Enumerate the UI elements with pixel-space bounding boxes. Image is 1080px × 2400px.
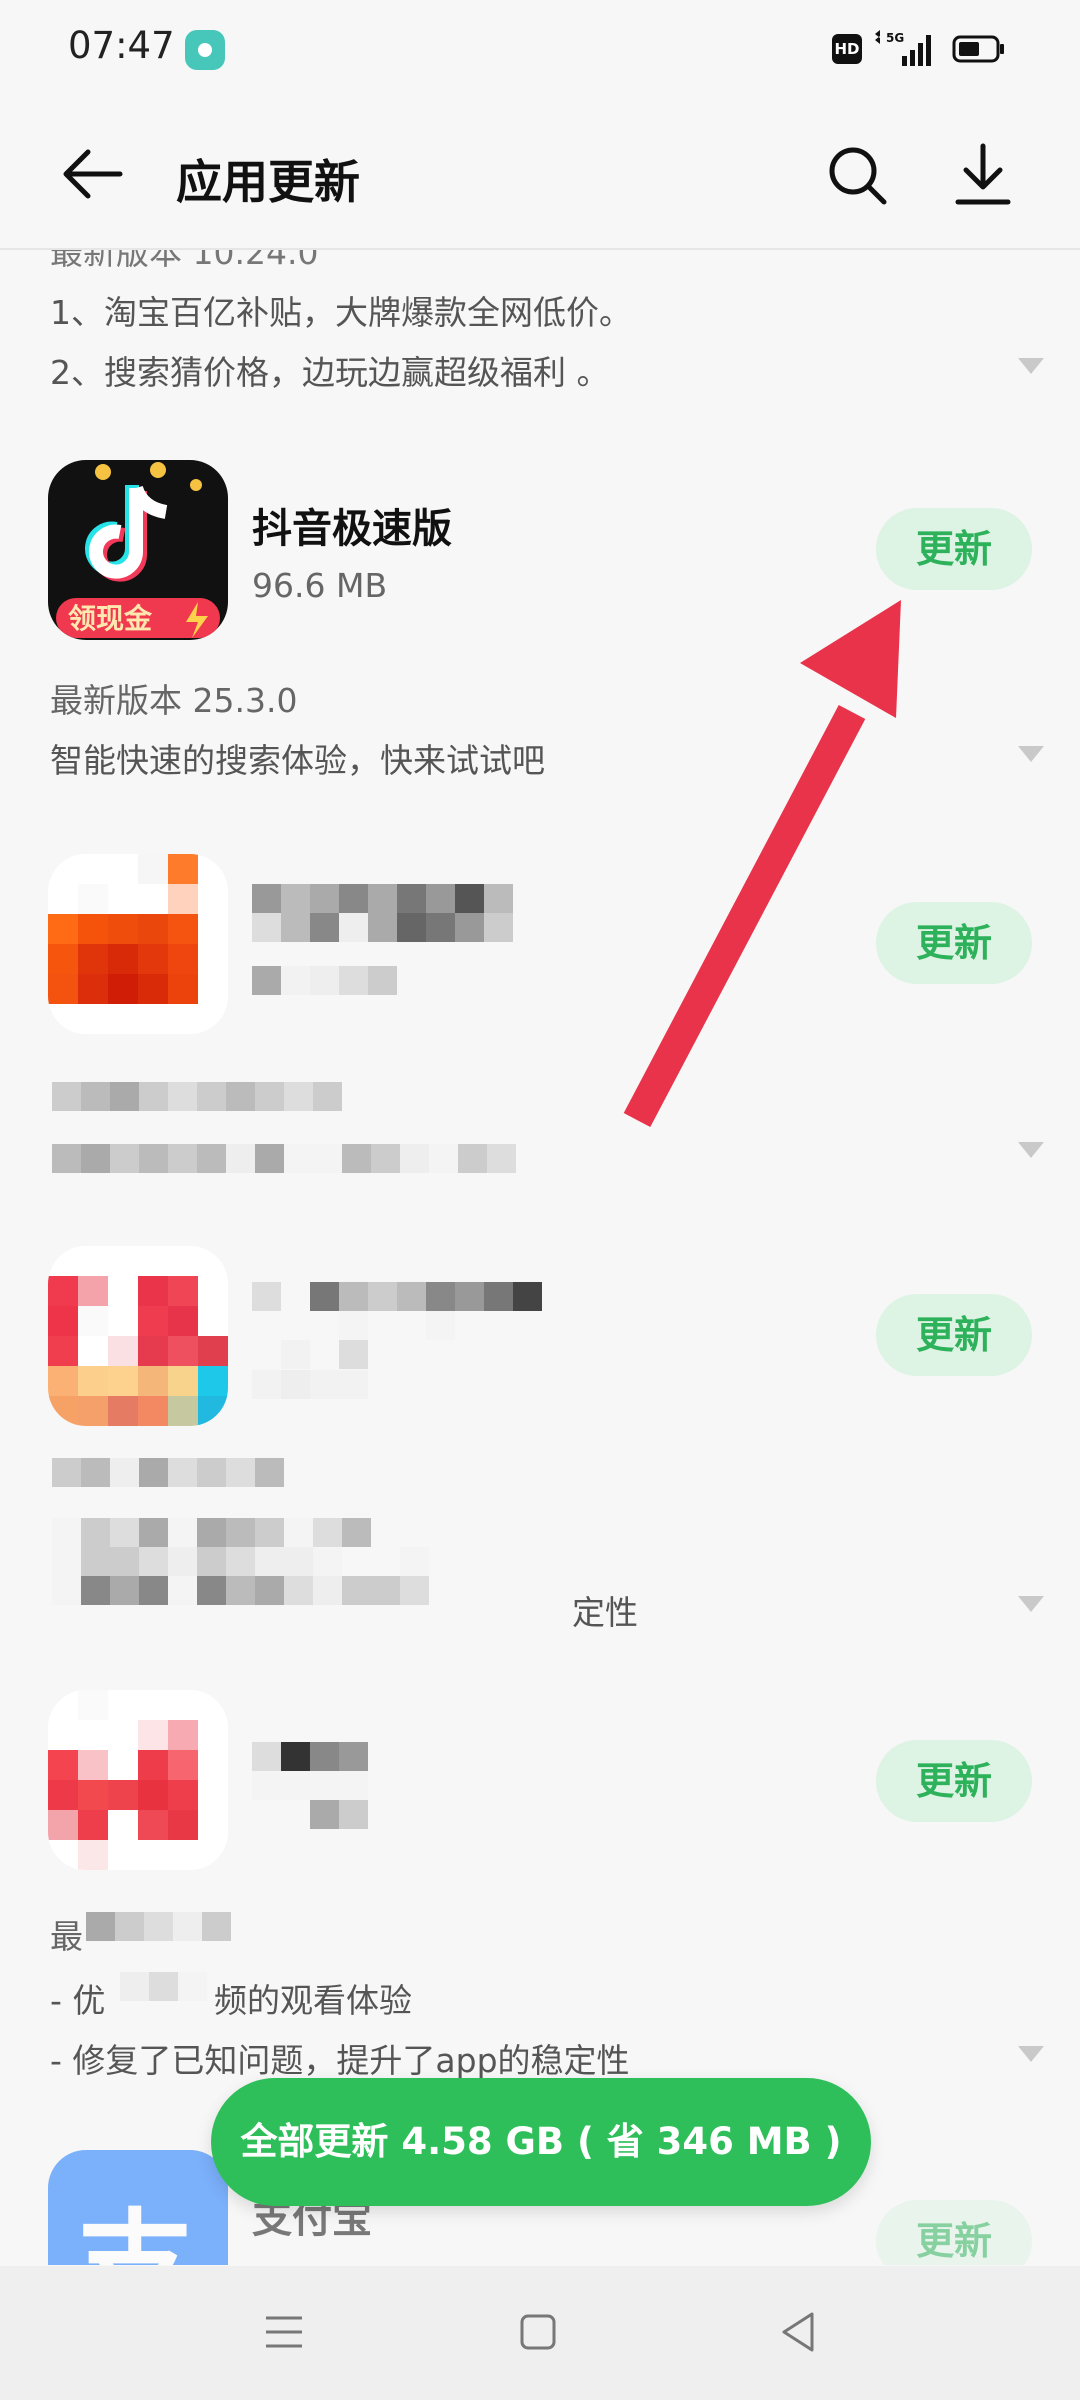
release-note: - 修复了已知问题，提升了app的稳定性 [50, 2041, 630, 2080]
version-text: 最新版本 10.24.0 [50, 250, 319, 272]
system-nav-bar [0, 2266, 1080, 2400]
hd-icon: HD [832, 34, 862, 64]
pixelated-version-text [52, 1082, 342, 1111]
update-button[interactable]: 更新 [876, 902, 1032, 984]
release-note: - 优 [50, 1981, 106, 2020]
release-note: 2、搜索猜价格，边玩边赢超级福利 。 [50, 353, 610, 392]
clock: 07:47 [68, 24, 175, 67]
pixelated-release-note [120, 1972, 207, 2001]
app-name: 抖音极速版 [252, 506, 452, 552]
network-label: 5G [886, 31, 904, 45]
chevron-down-icon[interactable] [1018, 1142, 1044, 1160]
chevron-down-icon[interactable] [1018, 1596, 1044, 1614]
chevron-down-icon[interactable] [1018, 2046, 1044, 2064]
update-list[interactable]: 最新版本 10.24.0 1、淘宝百亿补贴，大牌爆款全网低价。 2、搜索猜价格，… [0, 250, 1080, 2265]
pixelated-app-name [252, 1742, 368, 1800]
page-title: 应用更新 [176, 155, 360, 209]
release-note: 定性 [572, 1593, 638, 1632]
status-bar: 07:47 HD 5G [0, 0, 1080, 100]
menu-icon[interactable] [262, 2310, 306, 2354]
pixelated-version-text [52, 1458, 342, 1487]
pixelated-app-size [252, 966, 397, 995]
update-button[interactable]: 更新 [876, 2200, 1032, 2265]
version-text: 最新版本 25.3.0 [50, 681, 298, 720]
release-note: 频的观看体验 [214, 1981, 412, 2020]
battery-icon [952, 35, 1004, 63]
pixelated-release-notes [52, 1518, 429, 1605]
pixelated-app-icon[interactable] [48, 1690, 228, 1870]
back-arrow-icon[interactable] [58, 144, 128, 204]
douyin-lite-app-icon[interactable]: 领现金 [48, 460, 228, 640]
release-note: 智能快速的搜索体验，快来试试吧 [50, 741, 545, 780]
pixelated-release-note [52, 1144, 516, 1173]
signal-icon: 5G [875, 30, 931, 66]
release-note: 1、淘宝百亿补贴，大牌爆款全网低价。 [50, 293, 632, 332]
version-text: 最 [50, 1917, 83, 1956]
music-note-logo-icon: 领现金 [56, 462, 220, 638]
update-button[interactable]: 更新 [876, 1294, 1032, 1376]
pixelated-app-name [252, 884, 513, 942]
chevron-down-icon[interactable] [1018, 746, 1044, 764]
update-all-button[interactable]: 全部更新 4.58 GB ( 省 346 MB ) [211, 2078, 871, 2206]
alipay-app-icon[interactable]: 支 [48, 2150, 228, 2265]
notification-icon [185, 30, 225, 70]
home-icon[interactable] [516, 2310, 560, 2354]
pixelated-version-text [86, 1912, 231, 1941]
icon-glyph: 支 [76, 2170, 194, 2265]
pixelated-app-name [252, 1282, 542, 1369]
icon-badge: 领现金 [68, 602, 153, 635]
download-icon[interactable] [950, 140, 1016, 210]
pixelated-app-icon[interactable] [48, 854, 228, 1034]
pixelated-app-icon[interactable] [48, 1246, 228, 1426]
update-button[interactable]: 更新 [876, 1740, 1032, 1822]
pixelated-app-size [252, 1370, 368, 1399]
top-app-bar: 应用更新 [0, 100, 1080, 250]
pixelated-app-size [310, 1800, 368, 1829]
back-icon[interactable] [776, 2308, 820, 2356]
update-button[interactable]: 更新 [876, 508, 1032, 590]
app-size: 96.6 MB [252, 566, 388, 605]
search-icon[interactable] [826, 144, 888, 206]
chevron-down-icon[interactable] [1018, 358, 1044, 376]
